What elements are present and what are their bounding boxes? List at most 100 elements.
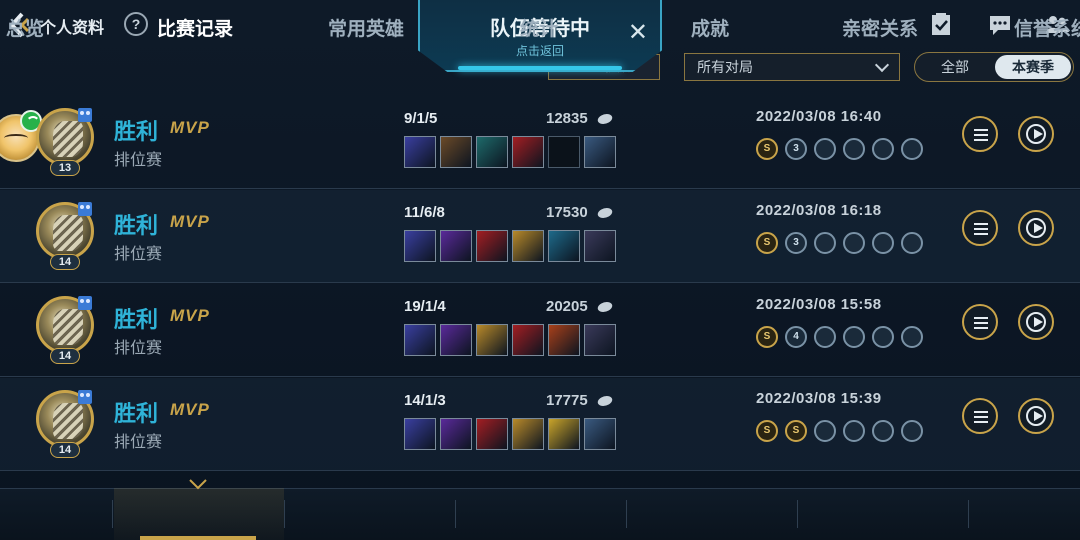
achievement-badge-icon[interactable] (843, 326, 865, 348)
hero-portrait (53, 215, 83, 251)
item-slot[interactable] (476, 324, 508, 356)
item-slot[interactable] (404, 324, 436, 356)
item-slot[interactable] (512, 136, 544, 168)
match-row[interactable]: 14 胜利 MVP 排位赛 11/6/8 17530 2022/03/08 16:18 S 3 (0, 190, 1080, 282)
achievement-badge-icon[interactable] (843, 232, 865, 254)
close-icon[interactable]: ✕ (628, 18, 648, 47)
tab-match-history[interactable]: 比赛记录 (157, 14, 233, 41)
item-slot[interactable] (512, 418, 544, 450)
achievement-badge-icon[interactable] (843, 138, 865, 160)
achievement-badge-icon[interactable] (901, 420, 923, 442)
match-details-button[interactable] (962, 210, 998, 246)
item-slot[interactable] (584, 136, 616, 168)
tab-overview[interactable]: 总览 (6, 14, 44, 41)
achievement-badge-icon[interactable]: 4 (785, 326, 807, 348)
item-slot[interactable] (404, 136, 436, 168)
item-slot[interactable] (512, 230, 544, 262)
item-slot[interactable] (404, 418, 436, 450)
achievement-badge-icon[interactable]: S (785, 420, 807, 442)
chat-icon[interactable] (987, 12, 1013, 38)
tab-divider (797, 500, 798, 528)
duo-queue-icon (78, 390, 92, 404)
item-slot[interactable] (476, 230, 508, 262)
match-badges: S3 (756, 232, 923, 254)
achievement-badge-icon[interactable]: S (756, 326, 778, 348)
tab-common-heroes[interactable]: 常用英雄 (328, 14, 404, 41)
replay-button[interactable] (1018, 304, 1054, 340)
match-datetime: 2022/03/08 15:39 (756, 390, 882, 407)
achievement-badge-icon[interactable] (872, 326, 894, 348)
item-slot[interactable] (476, 136, 508, 168)
match-badges: SS (756, 420, 923, 442)
gold-count: 17775 (546, 392, 588, 409)
item-slot[interactable] (476, 418, 508, 450)
achievement-badge-icon[interactable] (872, 138, 894, 160)
kda: 14/1/3 (404, 392, 446, 409)
achievement-badge-icon[interactable]: S (756, 232, 778, 254)
achievement-badge-icon[interactable] (872, 420, 894, 442)
tab-statistics[interactable]: 统计 (520, 14, 558, 41)
achievement-badge-icon[interactable] (843, 420, 865, 442)
hero-portrait (53, 403, 83, 439)
help-icon[interactable]: ? (124, 12, 148, 36)
achievement-badge-icon[interactable] (814, 420, 836, 442)
hero-level: 13 (50, 160, 80, 176)
item-slot[interactable] (584, 324, 616, 356)
duo-queue-icon (78, 202, 92, 216)
achievement-badge-icon[interactable] (814, 138, 836, 160)
row-divider (0, 376, 1080, 377)
hero-level: 14 (50, 348, 80, 364)
duo-queue-icon (78, 108, 92, 122)
tab-credit-system[interactable]: 信誉系统 (1014, 14, 1080, 41)
match-details-button[interactable] (962, 304, 998, 340)
segment-all[interactable]: 全部 (915, 53, 995, 81)
item-slot[interactable] (440, 324, 472, 356)
hero-level: 14 (50, 442, 80, 458)
match-type-dropdown[interactable]: 所有对局 (684, 53, 900, 81)
achievement-badge-icon[interactable] (872, 232, 894, 254)
duo-queue-icon (78, 296, 92, 310)
replay-button[interactable] (1018, 116, 1054, 152)
match-details-button[interactable] (962, 398, 998, 434)
achievement-badge-icon[interactable]: S (756, 138, 778, 160)
active-tab-highlight (114, 488, 284, 540)
item-build (404, 418, 616, 450)
tab-relationships[interactable]: 亲密关系 (842, 14, 918, 41)
tab-divider (626, 500, 627, 528)
item-slot[interactable] (548, 418, 580, 450)
match-details-button[interactable] (962, 116, 998, 152)
match-row[interactable]: 13 胜利 MVP 排位赛 9/1/5 12835 2022/03/08 16:40 S 3 (0, 96, 1080, 188)
segment-season[interactable]: 本赛季 (995, 55, 1071, 79)
item-slot[interactable] (404, 230, 436, 262)
replay-button[interactable] (1018, 210, 1054, 246)
achievement-badge-icon[interactable] (901, 138, 923, 160)
gold-icon (596, 396, 614, 406)
item-slot[interactable] (548, 324, 580, 356)
achievement-badge-icon[interactable]: 3 (785, 138, 807, 160)
match-row[interactable]: 14 胜利 MVP 排位赛 19/1/4 20205 2022/03/08 15:58 S 4 (0, 284, 1080, 376)
match-row[interactable]: 14 胜利 MVP 排位赛 14/1/3 17775 2022/03/08 15:39 S S (0, 378, 1080, 470)
achievement-badge-icon[interactable] (901, 232, 923, 254)
tab-divider (112, 500, 113, 528)
item-slot[interactable] (584, 230, 616, 262)
replay-button[interactable] (1018, 398, 1054, 434)
achievement-badge-icon[interactable]: 3 (785, 232, 807, 254)
team-waiting-subtitle[interactable]: 点击返回 (420, 42, 660, 59)
chevron-down-icon (874, 57, 890, 73)
hero-level: 14 (50, 254, 80, 270)
item-slot[interactable] (584, 418, 616, 450)
mvp-badge: MVP (170, 118, 210, 137)
item-slot[interactable] (440, 230, 472, 262)
season-segment[interactable]: 全部 本赛季 (914, 52, 1074, 82)
achievement-badge-icon[interactable] (814, 326, 836, 348)
page-title: 个人资料 (40, 20, 105, 37)
item-slot[interactable] (512, 324, 544, 356)
task-icon[interactable] (928, 12, 954, 38)
tab-achievements[interactable]: 成就 (691, 14, 729, 41)
item-slot[interactable] (440, 136, 472, 168)
achievement-badge-icon[interactable]: S (756, 420, 778, 442)
achievement-badge-icon[interactable] (901, 326, 923, 348)
item-slot[interactable] (440, 418, 472, 450)
item-slot[interactable] (548, 230, 580, 262)
achievement-badge-icon[interactable] (814, 232, 836, 254)
